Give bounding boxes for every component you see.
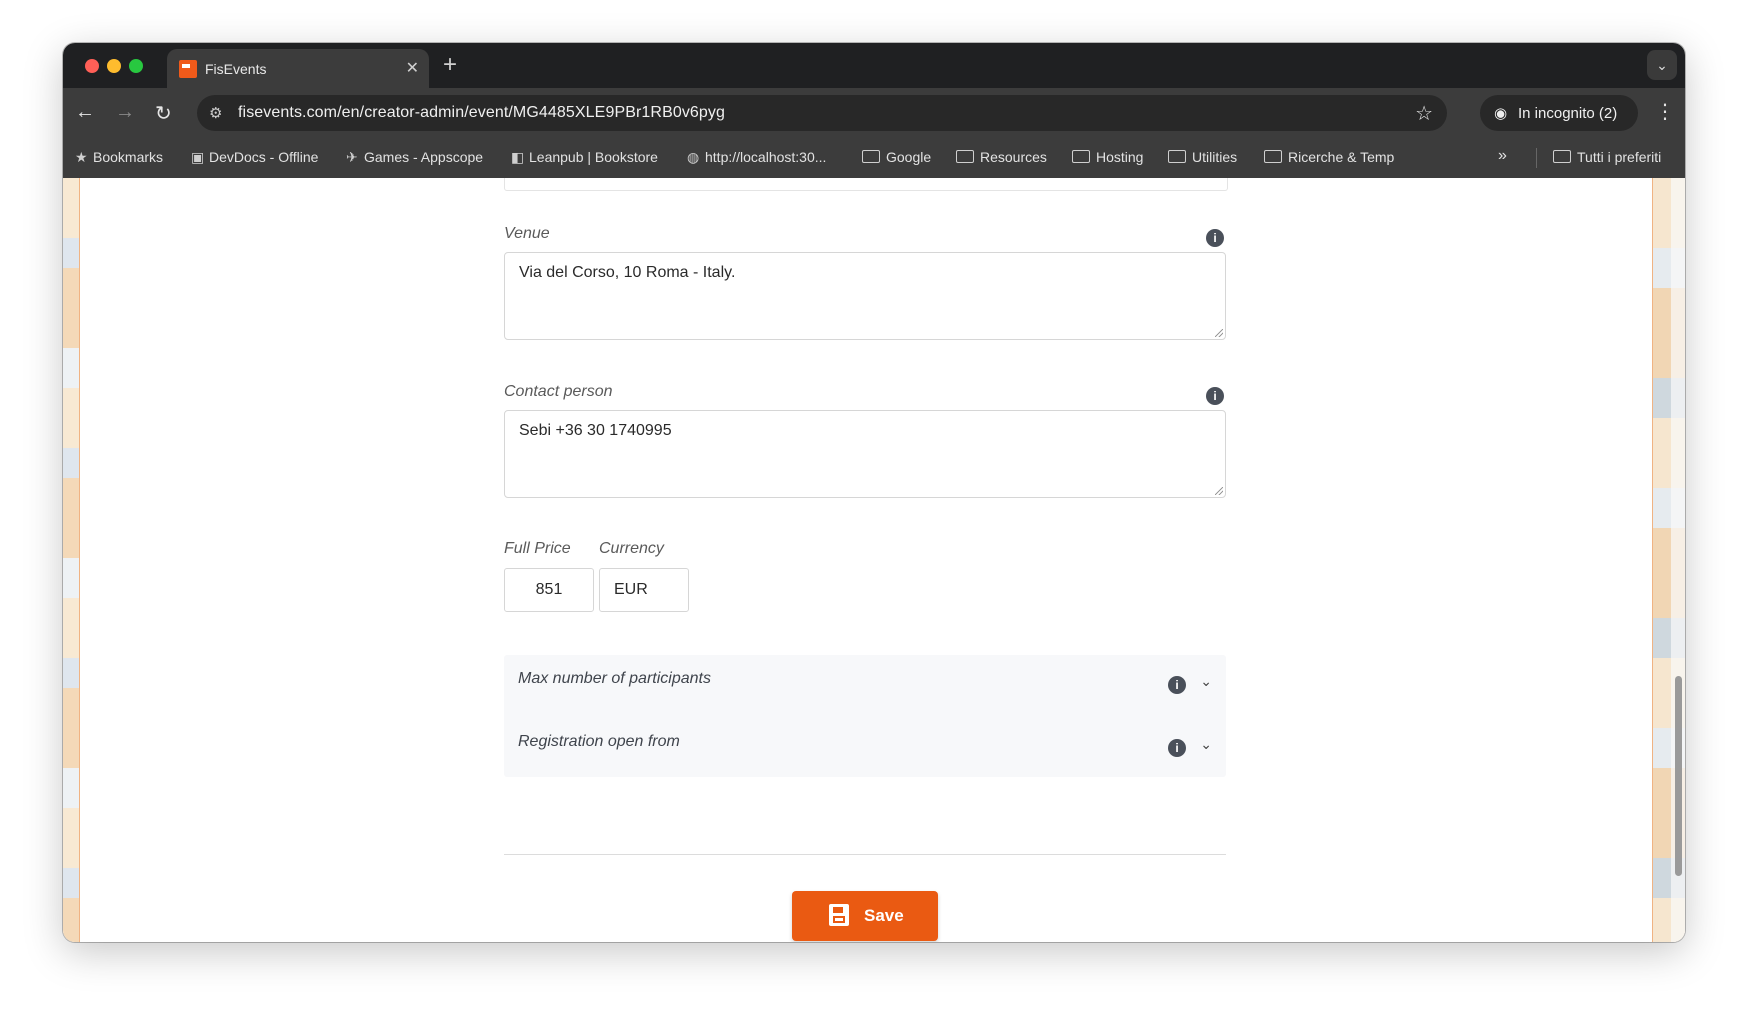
bookmark-folder-ricerche[interactable]: Ricerche & Temp: [1264, 149, 1394, 169]
accordion-max-participants[interactable]: Max number of participants i ⌄: [504, 655, 1226, 715]
full-price-input[interactable]: 851: [504, 568, 594, 612]
bookmark-label: DevDocs - Offline: [209, 149, 319, 165]
contact-info-icon[interactable]: i: [1206, 387, 1224, 405]
page-content: Venue i Via del Corso, 10 Roma - Italy. …: [63, 178, 1685, 942]
url-text[interactable]: fisevents.com/en/creator-admin/event/MG4…: [238, 104, 725, 122]
close-window-button[interactable]: [85, 59, 99, 73]
full-price-value: 851: [535, 581, 563, 598]
max-participants-label: Max number of participants: [518, 670, 711, 687]
tab-search-chevron-icon[interactable]: ⌄: [1647, 50, 1677, 80]
bookmark-label: Games - Appscope: [364, 149, 484, 165]
tab-fisevents[interactable]: FisEvents ✕: [167, 49, 429, 88]
previous-field-bottom[interactable]: [504, 178, 1228, 191]
max-participants-info-icon[interactable]: i: [1168, 676, 1186, 694]
star-icon: ★: [75, 149, 88, 165]
bookmark-label: Leanpub | Bookstore: [529, 149, 658, 165]
bookmark-label: Ricerche & Temp: [1288, 149, 1395, 165]
bookmark-label: Bookmarks: [93, 149, 164, 165]
more-bookmarks-icon[interactable]: »: [1498, 147, 1507, 165]
chevron-down-icon[interactable]: ⌄: [1200, 673, 1212, 690]
form-divider: [504, 854, 1226, 855]
contact-person-value: Sebi +36 30 1740995: [519, 422, 672, 439]
bookmark-folder-utilities[interactable]: Utilities: [1168, 149, 1237, 169]
bookmarks-divider: [1536, 148, 1537, 168]
bookmark-folder-all[interactable]: Tutti i preferiti: [1553, 149, 1661, 169]
bookmark-bookmarks[interactable]: ★ Bookmarks: [75, 149, 163, 169]
maximize-window-button[interactable]: [129, 59, 143, 73]
browser-menu-icon[interactable]: ⋮: [1655, 99, 1675, 124]
incognito-label: In incognito (2): [1518, 105, 1618, 122]
currency-label: Currency: [599, 540, 664, 557]
globe-icon: ◍: [687, 149, 700, 165]
folder-icon: [862, 150, 880, 163]
tab-close-icon[interactable]: ✕: [406, 58, 419, 78]
new-tab-button[interactable]: +: [443, 51, 457, 79]
bookmark-label: Hosting: [1096, 149, 1144, 165]
bookmark-star-icon[interactable]: ☆: [1415, 101, 1433, 126]
contact-person-label: Contact person: [504, 383, 613, 400]
venue-textarea[interactable]: Via del Corso, 10 Roma - Italy.: [504, 252, 1226, 340]
bookmark-devdocs[interactable]: ▣ DevDocs - Offline: [191, 149, 318, 169]
tab-title: FisEvents: [205, 61, 267, 77]
contact-person-textarea[interactable]: Sebi +36 30 1740995: [504, 410, 1226, 498]
save-button-label: Save: [864, 906, 904, 925]
accordion-registration-open[interactable]: Registration open from i ⌄: [504, 718, 1226, 778]
folder-icon: [1553, 150, 1571, 163]
folder-icon: [1168, 150, 1186, 163]
back-arrow-icon[interactable]: ←: [75, 101, 95, 124]
bookmark-folder-hosting[interactable]: Hosting: [1072, 149, 1143, 169]
options-accordion: Max number of participants i ⌄ Registrat…: [504, 655, 1226, 777]
fisevents-favicon-icon: [179, 60, 197, 78]
bookmark-localhost[interactable]: ◍ http://localhost:30...: [687, 149, 826, 169]
venue-label: Venue: [504, 225, 550, 242]
registration-open-label: Registration open from: [518, 733, 680, 750]
appscope-icon: ✈: [346, 149, 358, 165]
currency-input[interactable]: EUR: [599, 568, 689, 612]
folder-icon: [1264, 150, 1282, 163]
site-settings-icon[interactable]: ⚙: [209, 104, 222, 122]
bookmark-label: Resources: [980, 149, 1047, 165]
bookmark-label: Tutti i preferiti: [1577, 149, 1662, 165]
full-price-label: Full Price: [504, 540, 571, 557]
bookmark-folder-google[interactable]: Google: [862, 149, 931, 169]
chevron-down-icon[interactable]: ⌄: [1200, 736, 1212, 753]
leanpub-icon: ◧: [511, 149, 525, 165]
scrollbar-thumb[interactable]: [1675, 676, 1682, 876]
minimize-window-button[interactable]: [107, 59, 121, 73]
incognito-button[interactable]: ◉ In incognito (2): [1480, 95, 1638, 131]
decorative-background-left: [63, 178, 80, 942]
save-icon: [829, 904, 849, 926]
folder-icon: [956, 150, 974, 163]
bookmarks-bar: ★ Bookmarks ▣ DevDocs - Offline ✈ Games - A…: [63, 138, 1685, 178]
tab-strip: FisEvents ✕ + ⌄: [63, 43, 1685, 88]
address-bar[interactable]: ⚙ fisevents.com/en/creator-admin/event/M…: [197, 95, 1447, 131]
registration-info-icon[interactable]: i: [1168, 739, 1186, 757]
venue-info-icon[interactable]: i: [1206, 229, 1224, 247]
page-scrollbar[interactable]: [1671, 178, 1685, 942]
browser-toolbar: ← → ↻ ⚙ fisevents.com/en/creator-admin/e…: [63, 88, 1685, 138]
currency-value: EUR: [614, 581, 648, 598]
incognito-icon: ◉: [1494, 105, 1508, 122]
bookmark-label: Google: [886, 149, 932, 165]
reload-icon[interactable]: ↻: [155, 101, 172, 126]
save-button[interactable]: Save: [792, 891, 938, 941]
bookmark-folder-resources[interactable]: Resources: [956, 149, 1047, 169]
forward-arrow-icon[interactable]: →: [115, 101, 135, 124]
bookmark-label: http://localhost:30...: [705, 149, 827, 165]
venue-value: Via del Corso, 10 Roma - Italy.: [519, 264, 736, 281]
devdocs-icon: ▣: [191, 149, 205, 165]
bookmark-leanpub[interactable]: ◧ Leanpub | Bookstore: [511, 149, 658, 169]
folder-icon: [1072, 150, 1090, 163]
resize-handle-icon[interactable]: [1215, 487, 1223, 495]
resize-handle-icon[interactable]: [1215, 329, 1223, 337]
bookmark-label: Utilities: [1192, 149, 1238, 165]
bookmark-appscope[interactable]: ✈ Games - Appscope: [346, 149, 483, 169]
browser-window: FisEvents ✕ + ⌄ ← → ↻ ⚙ fisevents.com/en…: [63, 43, 1685, 942]
